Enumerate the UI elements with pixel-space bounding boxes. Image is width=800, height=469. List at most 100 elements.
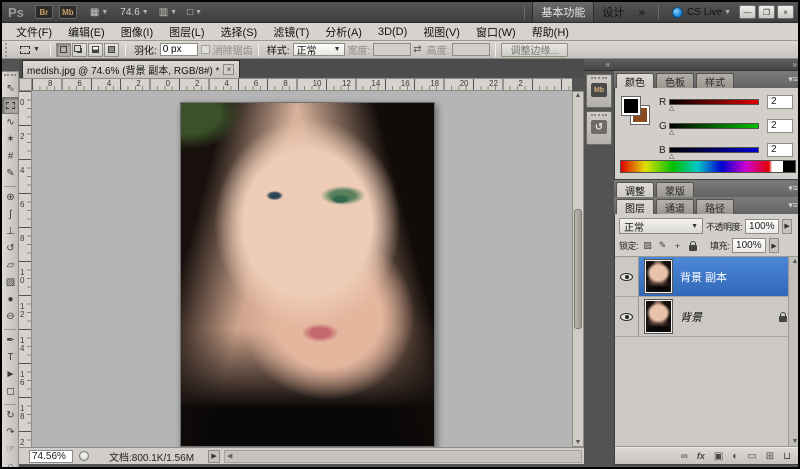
- crop-tool[interactable]: #: [2, 148, 19, 165]
- workspace-overflow-button[interactable]: »: [632, 5, 651, 19]
- lock-paint-icon[interactable]: ✎: [656, 239, 669, 252]
- adjustment-layer-icon[interactable]: ◐: [732, 451, 738, 462]
- scroll-down-icon[interactable]: ▼: [792, 438, 799, 445]
- document-image[interactable]: [180, 102, 435, 447]
- document-tab[interactable]: medish.jpg @ 74.6% (背景 副本, RGB/8#) * ×: [22, 60, 240, 78]
- type-tool[interactable]: T: [2, 349, 19, 366]
- status-zoom-field[interactable]: 74.56%: [29, 450, 73, 463]
- adjust-tab[interactable]: 调整: [616, 182, 654, 197]
- feather-input[interactable]: [160, 43, 198, 56]
- link-layers-icon[interactable]: ∞: [681, 451, 688, 462]
- menu-item[interactable]: 图层(L): [161, 24, 212, 40]
- 3d-rotate-tool[interactable]: ↻: [2, 407, 19, 424]
- arrange-documents-icon[interactable]: ▥: [159, 7, 168, 18]
- layer-mask-icon[interactable]: ▣: [714, 451, 723, 462]
- layer-style-icon[interactable]: fx: [697, 451, 705, 461]
- antialias-checkbox[interactable]: [201, 45, 210, 54]
- close-button[interactable]: ×: [777, 5, 794, 19]
- zoom-tool[interactable]: ○: [2, 458, 19, 469]
- g-value[interactable]: 2: [767, 119, 793, 133]
- move-tool[interactable]: ⇖: [2, 80, 19, 97]
- tool-preset-picker[interactable]: ▼: [15, 46, 45, 54]
- lasso-tool[interactable]: ∿: [2, 114, 19, 131]
- pen-tool[interactable]: ✒: [2, 332, 19, 349]
- visibility-toggle[interactable]: [615, 257, 639, 296]
- menu-item[interactable]: 选择(S): [213, 24, 266, 40]
- adjust-tab[interactable]: 蒙版: [656, 182, 694, 197]
- color-tab[interactable]: 颜色: [616, 73, 654, 88]
- layer-row-main[interactable]: 背景 副本: [639, 257, 800, 296]
- menu-item[interactable]: 文件(F): [8, 24, 60, 40]
- layer-group-icon[interactable]: ▭: [747, 451, 756, 462]
- layer-thumbnail[interactable]: [645, 300, 672, 333]
- chevron-down-icon[interactable]: ▼: [101, 9, 108, 16]
- refine-edge-button[interactable]: 调整边缘...: [501, 43, 567, 57]
- screen-mode-icon[interactable]: □: [187, 7, 193, 18]
- canvas-area[interactable]: [32, 91, 572, 447]
- scroll-down-icon[interactable]: ▼: [575, 439, 582, 446]
- delete-layer-icon[interactable]: ⊔: [783, 451, 791, 462]
- 3d-orbit-tool[interactable]: ↷: [2, 424, 19, 441]
- minimize-button[interactable]: —: [739, 5, 756, 19]
- fill-slider-button[interactable]: ▶: [769, 238, 779, 253]
- blend-mode-select[interactable]: 正常 ▼: [619, 218, 703, 234]
- r-slider[interactable]: △: [669, 99, 759, 105]
- layer-row[interactable]: 背景 副本: [615, 257, 800, 297]
- shape-tool[interactable]: ◻: [2, 383, 19, 400]
- opacity-value[interactable]: 100%: [745, 219, 779, 234]
- new-selection-button[interactable]: [56, 43, 71, 57]
- zoom-level-control[interactable]: 74.6: [120, 7, 139, 18]
- history-panel-button[interactable]: ↺: [586, 111, 612, 145]
- scroll-up-icon[interactable]: ▲: [575, 92, 582, 99]
- style-select[interactable]: 正常 ▼: [293, 43, 345, 56]
- hand-tool[interactable]: ☞: [2, 441, 19, 458]
- intersect-selection-button[interactable]: [104, 43, 119, 57]
- healing-brush-tool[interactable]: ⊕: [2, 189, 19, 206]
- slider-thumb-icon[interactable]: △: [669, 106, 674, 112]
- color-spectrum-ramp[interactable]: [620, 160, 796, 173]
- blur-tool[interactable]: ●: [2, 291, 19, 308]
- restore-button[interactable]: ❐: [758, 5, 775, 19]
- close-tab-icon[interactable]: ×: [223, 64, 234, 75]
- menu-item[interactable]: 视图(V): [415, 24, 468, 40]
- layers-tab[interactable]: 通道: [656, 199, 694, 214]
- history-brush-tool[interactable]: ↺: [2, 240, 19, 257]
- menu-item[interactable]: 3D(D): [370, 26, 415, 38]
- path-select-tool[interactable]: ►: [2, 366, 19, 383]
- scroll-up-icon[interactable]: ▲: [792, 258, 799, 265]
- layer-thumbnail[interactable]: [645, 260, 672, 293]
- clone-stamp-tool[interactable]: ⊥: [2, 223, 19, 240]
- lock-move-icon[interactable]: +: [671, 239, 684, 252]
- vertical-scrollbar[interactable]: ▲ ▼: [572, 91, 584, 447]
- opacity-slider-button[interactable]: ▶: [782, 219, 792, 234]
- layers-tab[interactable]: 路径: [696, 199, 734, 214]
- horizontal-scrollbar[interactable]: ◀: [224, 450, 582, 463]
- swap-dimensions-icon[interactable]: ⇄: [413, 44, 421, 55]
- layers-scrollbar[interactable]: ▲ ▼: [788, 257, 800, 446]
- eraser-tool[interactable]: ▱: [2, 257, 19, 274]
- status-flyout-button[interactable]: ▶: [208, 450, 220, 463]
- magic-wand-tool[interactable]: ✶: [2, 131, 19, 148]
- panel-menu-icon[interactable]: ▾≡: [788, 200, 798, 211]
- chevron-down-icon[interactable]: ▼: [195, 9, 202, 16]
- visibility-toggle[interactable]: [615, 297, 639, 336]
- workspace-button-essentials[interactable]: 基本功能: [532, 1, 594, 23]
- chevron-down-icon[interactable]: ▼: [170, 9, 177, 16]
- launch-bridge-button[interactable]: Br: [35, 5, 53, 19]
- launch-minibridge-button[interactable]: Mb: [59, 5, 77, 19]
- cs-live-menu[interactable]: CS Live ▼: [672, 7, 731, 18]
- b-slider[interactable]: △: [669, 147, 759, 153]
- add-selection-button[interactable]: [72, 43, 87, 57]
- new-layer-icon[interactable]: ⊞: [766, 451, 774, 462]
- chevron-down-icon[interactable]: ▼: [142, 9, 149, 16]
- lock-all-icon[interactable]: [686, 239, 699, 252]
- menu-item[interactable]: 窗口(W): [468, 24, 524, 40]
- layer-row-main[interactable]: 背景: [639, 297, 800, 336]
- gradient-tool[interactable]: ▧: [2, 274, 19, 291]
- panel-menu-icon[interactable]: ▾≡: [788, 183, 798, 194]
- menu-item[interactable]: 图像(I): [113, 24, 161, 40]
- g-slider[interactable]: △: [669, 123, 759, 129]
- eyedropper-tool[interactable]: ✎: [2, 165, 19, 182]
- r-value[interactable]: 2: [767, 95, 793, 109]
- minibridge-panel-button[interactable]: Mb: [586, 74, 612, 108]
